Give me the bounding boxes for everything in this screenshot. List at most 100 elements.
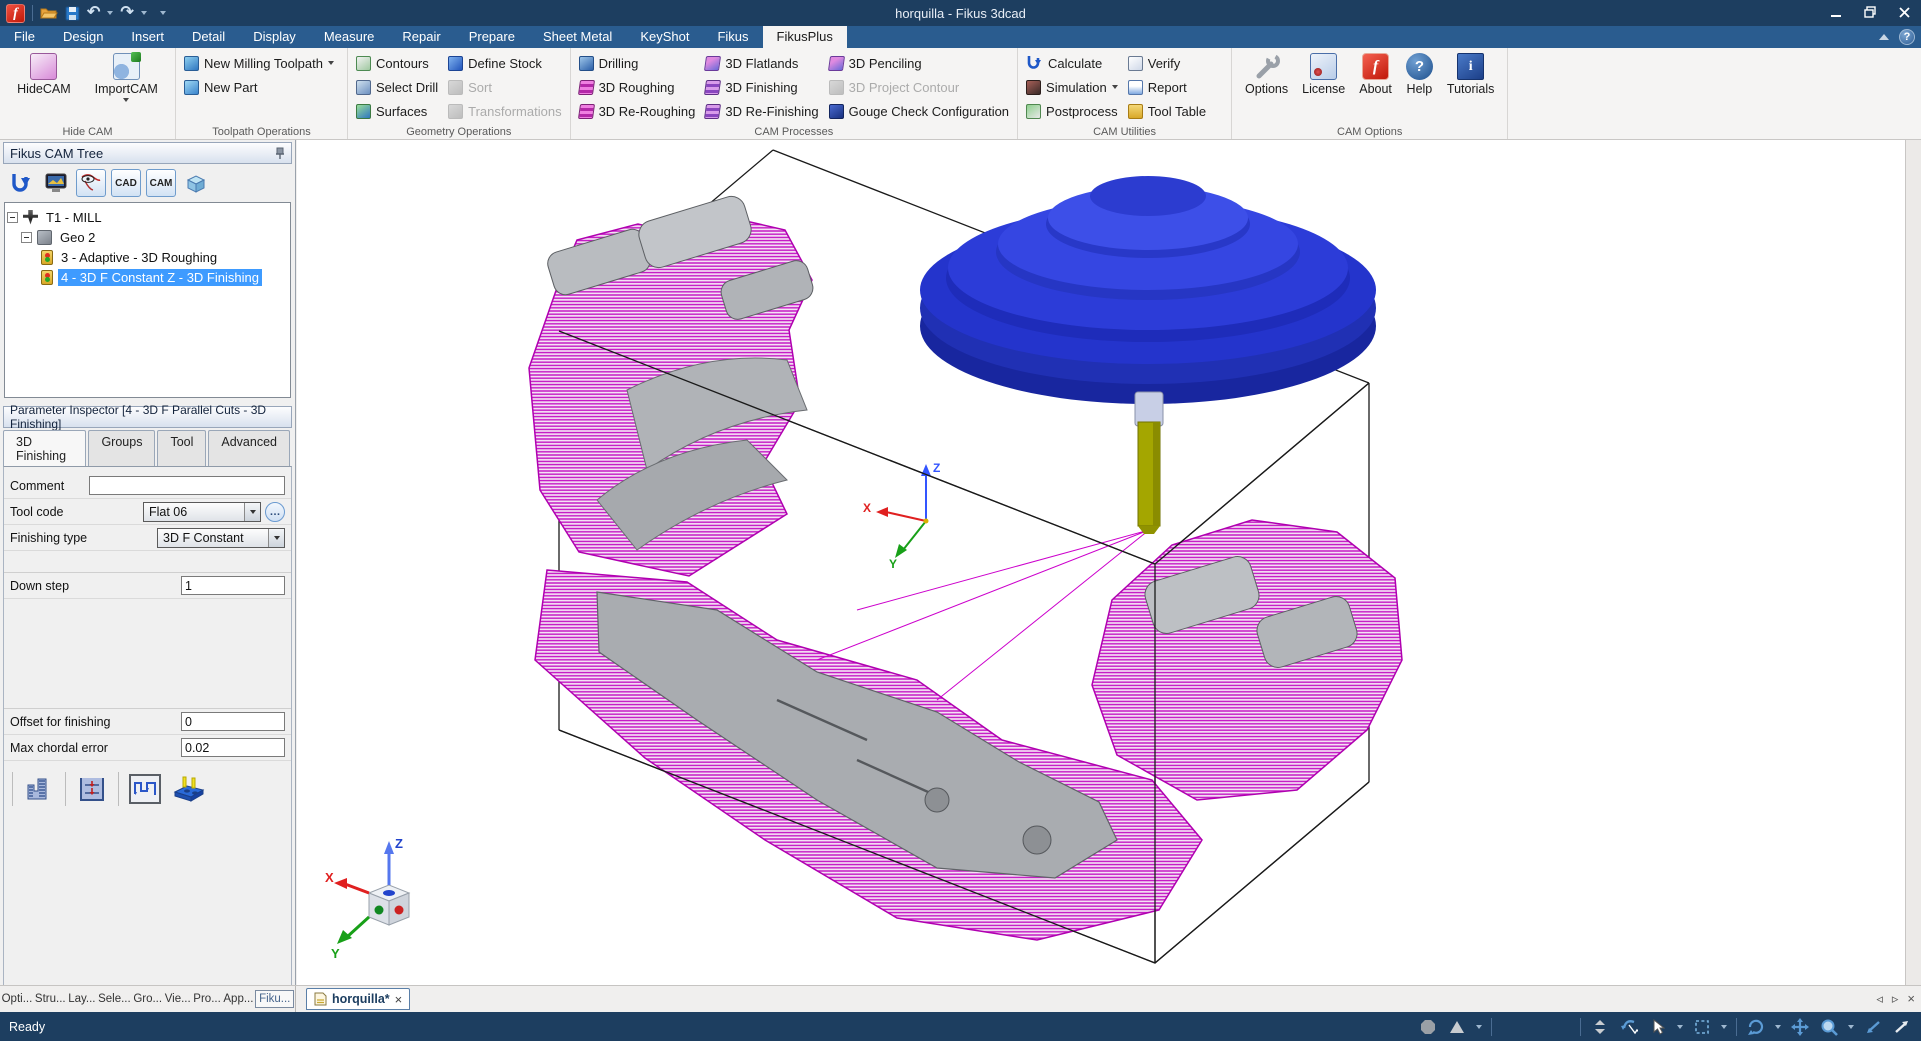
calculate-toolpath-icon[interactable] <box>6 169 36 197</box>
tree-node-finishing[interactable]: 4 - 3D F Constant Z - 3D Finishing <box>41 267 288 287</box>
panel-tab-appearance[interactable]: App... <box>222 991 254 1007</box>
select-drill-button[interactable]: Select Drill <box>356 75 438 99</box>
tool-table-button[interactable]: Tool Table <box>1128 99 1206 123</box>
panel-tab-layers[interactable]: Lay... <box>67 991 96 1007</box>
tab-scroll-right-icon[interactable]: ▹ <box>1892 991 1899 1007</box>
viewport-scrollbar[interactable] <box>1905 140 1921 985</box>
panel-tab-options[interactable]: Opti... <box>1 991 34 1007</box>
3d-viewport[interactable]: Z X Y Z X Y <box>297 140 1905 985</box>
menu-tab-display[interactable]: Display <box>239 26 310 48</box>
3d-re-finishing-button[interactable]: 3D Re-Finishing <box>705 99 818 123</box>
save-icon[interactable] <box>65 6 80 21</box>
snap-dropdown-icon[interactable] <box>1476 1025 1482 1029</box>
help-button[interactable]: ? Help <box>1401 51 1438 123</box>
menu-tab-keyshot[interactable]: KeyShot <box>626 26 703 48</box>
3d-re-roughing-button[interactable]: 3D Re-Roughing <box>579 99 696 123</box>
ribbon-collapse-icon[interactable] <box>1879 34 1889 40</box>
simulation-dropdown-icon[interactable] <box>1112 85 1118 89</box>
define-stock-button[interactable]: Define Stock <box>448 51 561 75</box>
pan-view-icon[interactable] <box>1790 1017 1810 1037</box>
tool-code-select[interactable]: Flat 06 <box>143 502 261 522</box>
contours-button[interactable]: Contours <box>356 51 438 75</box>
about-button[interactable]: f About <box>1354 51 1397 123</box>
undo-icon[interactable]: ↶ <box>87 5 100 21</box>
tool-browse-button[interactable]: … <box>265 502 285 522</box>
comment-field[interactable] <box>89 476 285 495</box>
new-part-button[interactable]: New Part <box>184 75 339 99</box>
calculate-button[interactable]: Calculate <box>1026 51 1118 75</box>
hidecam-button[interactable]: HideCAM <box>12 51 76 123</box>
tab-tool[interactable]: Tool <box>157 430 206 466</box>
redo-dropdown-icon[interactable] <box>141 11 147 15</box>
panel-tab-structure[interactable]: Stru... <box>34 991 67 1007</box>
3d-finishing-button[interactable]: 3D Finishing <box>705 75 818 99</box>
tree-node-geo[interactable]: Geo 2 <box>21 227 288 247</box>
postprocess-button[interactable]: Postprocess <box>1026 99 1118 123</box>
collapse-node-icon[interactable] <box>7 212 18 223</box>
3d-penciling-button[interactable]: 3D Penciling <box>829 51 1009 75</box>
minimize-button[interactable] <box>1819 0 1853 24</box>
menu-tab-fikus[interactable]: Fikus <box>703 26 762 48</box>
tab-3d-finishing[interactable]: 3D Finishing <box>3 430 86 466</box>
menu-tab-sheet-metal[interactable]: Sheet Metal <box>529 26 626 48</box>
spin-stepper-icon[interactable] <box>1590 1017 1610 1037</box>
zoom-dropdown-icon[interactable] <box>1848 1025 1854 1029</box>
panel-tab-fikus[interactable]: Fiku... <box>255 990 294 1008</box>
undo-view-icon[interactable] <box>1619 1017 1639 1037</box>
toolpath-visibility-icon[interactable] <box>76 169 106 197</box>
panel-tab-selection[interactable]: Sele... <box>97 991 132 1007</box>
options-button[interactable]: Options <box>1240 51 1293 123</box>
undo-dropdown-icon[interactable] <box>107 11 113 15</box>
zoom-in-arrow-icon[interactable] <box>1892 1017 1912 1037</box>
chevron-down-icon[interactable] <box>244 503 260 521</box>
help-icon[interactable]: ? <box>1899 29 1915 45</box>
customize-toolbar-icon[interactable] <box>160 11 166 15</box>
report-button[interactable]: Report <box>1128 75 1206 99</box>
rotate-view-icon[interactable] <box>1746 1017 1766 1037</box>
cam-view-button[interactable]: CAM <box>146 169 176 197</box>
depth-range-icon[interactable] <box>74 771 110 807</box>
tab-close-icon[interactable]: × <box>1907 991 1915 1007</box>
panel-tab-groups[interactable]: Gro... <box>132 991 163 1007</box>
z-levels-icon[interactable] <box>21 771 57 807</box>
close-document-icon[interactable]: × <box>395 992 403 1007</box>
menu-tab-fikusplus[interactable]: FikusPlus <box>763 26 847 48</box>
offset-for-finishing-field[interactable] <box>181 712 285 731</box>
surfaces-button[interactable]: Surfaces <box>356 99 438 123</box>
simulation-button[interactable]: Simulation <box>1026 75 1118 99</box>
octagon-snap-icon[interactable] <box>1418 1017 1438 1037</box>
menu-tab-repair[interactable]: Repair <box>388 26 454 48</box>
stock-supports-icon[interactable] <box>171 771 207 807</box>
tab-groups[interactable]: Groups <box>88 430 155 466</box>
drilling-button[interactable]: Drilling <box>579 51 696 75</box>
zoom-view-icon[interactable] <box>1819 1017 1839 1037</box>
document-tab-horquilla[interactable]: horquilla* × <box>306 988 410 1010</box>
collapse-node-icon[interactable] <box>21 232 32 243</box>
app-logo-icon[interactable]: f <box>6 4 25 23</box>
license-button[interactable]: License <box>1297 51 1350 123</box>
restore-button[interactable] <box>1853 0 1887 24</box>
rotate-dropdown-icon[interactable] <box>1775 1025 1781 1029</box>
menu-tab-insert[interactable]: Insert <box>117 26 178 48</box>
simulation-screen-icon[interactable] <box>41 169 71 197</box>
chevron-down-icon[interactable] <box>268 529 284 547</box>
select-cursor-icon[interactable] <box>1648 1017 1668 1037</box>
3d-flatlands-button[interactable]: 3D Flatlands <box>705 51 818 75</box>
tree-node-mill[interactable]: T1 - MILL <box>7 207 288 227</box>
down-step-field[interactable] <box>181 576 285 595</box>
new-milling-toolpath-button[interactable]: New Milling Toolpath <box>184 51 339 75</box>
menu-tab-design[interactable]: Design <box>49 26 117 48</box>
marquee-select-icon[interactable] <box>1692 1017 1712 1037</box>
tutorials-button[interactable]: i Tutorials <box>1442 51 1499 123</box>
triangle-snap-icon[interactable] <box>1447 1017 1467 1037</box>
importcam-dropdown-icon[interactable] <box>123 98 129 102</box>
marquee-dropdown-icon[interactable] <box>1721 1025 1727 1029</box>
redo-icon[interactable]: ↷ <box>120 5 133 21</box>
finishing-type-select[interactable]: 3D F Constant <box>157 528 285 548</box>
menu-tab-detail[interactable]: Detail <box>178 26 239 48</box>
gouge-check-configuration-button[interactable]: Gouge Check Configuration <box>829 99 1009 123</box>
cursor-dropdown-icon[interactable] <box>1677 1025 1683 1029</box>
pin-icon[interactable] <box>275 147 285 159</box>
stock-cube-icon[interactable] <box>181 169 211 197</box>
panel-tab-properties[interactable]: Pro... <box>192 991 221 1007</box>
